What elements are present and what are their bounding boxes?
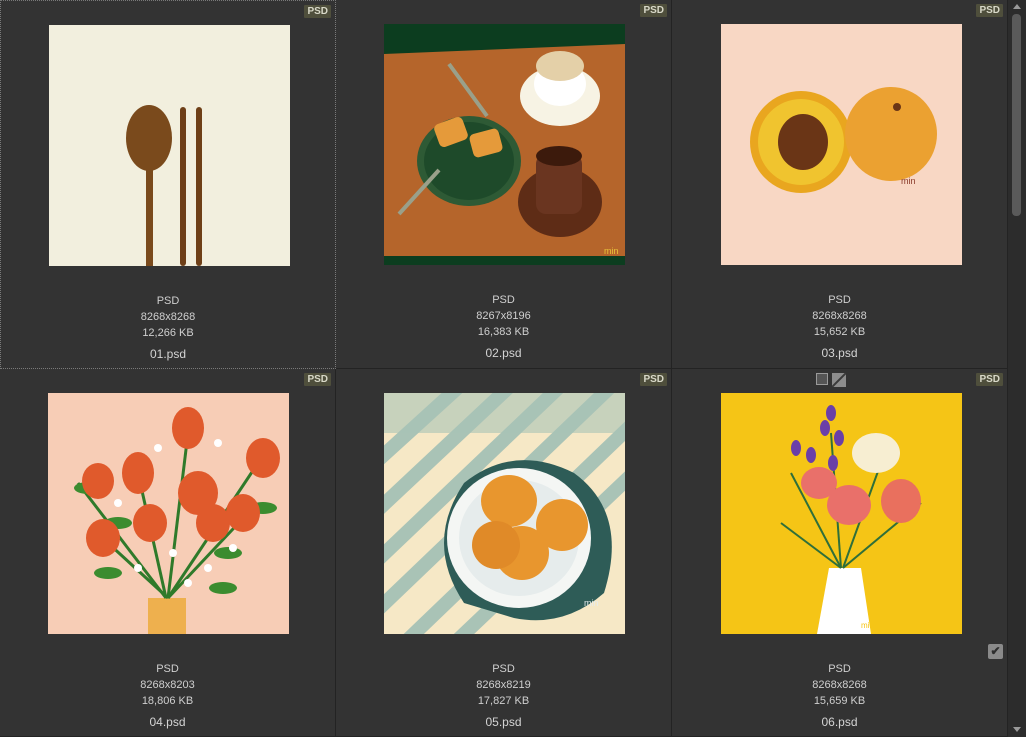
square-icon[interactable]	[816, 373, 828, 385]
file-dimensions: 8268x8268	[140, 311, 196, 323]
thumbnail-tile-03[interactable]: PSD min PSD 8268x8268 15,652 KB 03.psd	[672, 0, 1008, 369]
checkmark-icon[interactable]: ✔	[988, 644, 1003, 659]
svg-text:min: min	[901, 176, 916, 186]
format-badge: PSD	[640, 373, 667, 386]
format-badge: PSD	[304, 373, 331, 386]
file-size: 12,266 KB	[142, 327, 194, 339]
file-dimensions: 8268x8268	[812, 679, 867, 691]
thumbnail-tile-05[interactable]: PSD min PSD 8268x8219 17,827 KB 05.psd	[336, 369, 672, 737]
thumbnail-image	[49, 25, 290, 266]
file-dimensions: 8267x8196	[476, 310, 531, 322]
file-size: 17,827 KB	[477, 695, 530, 707]
file-name: 02.psd	[485, 346, 522, 360]
format-badge: PSD	[640, 4, 667, 17]
file-name: 01.psd	[149, 347, 187, 361]
scroll-down-icon[interactable]	[1013, 727, 1021, 732]
file-name: 05.psd	[485, 715, 522, 729]
file-metadata: PSD 8267x8196 16,383 KB	[336, 292, 671, 340]
file-size: 15,652 KB	[813, 326, 866, 338]
thumbnail-image	[48, 393, 289, 634]
thumbnail-tile-02[interactable]: PSD min PSD 8267x8196 16,383 KB 02.psd	[336, 0, 672, 369]
file-format: PSD	[492, 294, 515, 306]
format-badge: PSD	[976, 4, 1003, 17]
file-name: 06.psd	[821, 715, 858, 729]
file-dimensions: 8268x8268	[812, 310, 867, 322]
file-metadata: PSD 8268x8203 18,806 KB	[0, 661, 335, 709]
slash-icon[interactable]	[832, 373, 846, 387]
file-metadata: PSD 8268x8268 12,266 KB	[1, 293, 335, 341]
format-badge: PSD	[304, 5, 331, 18]
thumbnail-grid: PSD PSD 8268x8268 12,266 KB 01.psd PSD m…	[0, 0, 1008, 737]
file-name: 03.psd	[821, 346, 858, 360]
format-badge: PSD	[976, 373, 1003, 386]
file-format: PSD	[492, 663, 515, 675]
thumbnail-image: min	[721, 24, 962, 265]
vertical-scrollbar[interactable]	[1008, 0, 1026, 737]
file-metadata: PSD 8268x8268 15,659 KB	[672, 661, 1007, 709]
file-format: PSD	[156, 663, 179, 675]
thumbnail-tile-04[interactable]: PSD PSD 8268x8203 18,806 KB 04.psd	[0, 369, 336, 737]
svg-text:min: min	[861, 621, 874, 630]
file-dimensions: 8268x8203	[140, 679, 195, 691]
file-dimensions: 8268x8219	[476, 679, 531, 691]
thumbnail-tile-01[interactable]: PSD PSD 8268x8268 12,266 KB 01.psd	[0, 0, 336, 369]
file-format: PSD	[156, 295, 180, 307]
file-metadata: PSD 8268x8268 15,652 KB	[672, 292, 1007, 340]
file-format: PSD	[828, 663, 851, 675]
file-size: 18,806 KB	[141, 695, 194, 707]
thumbnail-image: min	[384, 393, 625, 634]
scroll-up-icon[interactable]	[1013, 4, 1021, 9]
thumbnail-tools	[816, 373, 846, 388]
svg-text:min: min	[584, 598, 599, 608]
svg-text:min: min	[604, 246, 619, 256]
scroll-thumb[interactable]	[1012, 14, 1021, 216]
file-metadata: PSD 8268x8219 17,827 KB	[336, 661, 671, 709]
file-name: 04.psd	[149, 715, 186, 729]
file-size: 16,383 KB	[477, 326, 530, 338]
thumbnail-tile-06[interactable]: PSD min ✔ PSD 8268x8268 15,659 KB 06.psd	[672, 369, 1008, 737]
file-format: PSD	[828, 294, 851, 306]
file-size: 15,659 KB	[813, 695, 866, 707]
thumbnail-image: min	[721, 393, 962, 634]
thumbnail-image: min	[384, 24, 625, 265]
